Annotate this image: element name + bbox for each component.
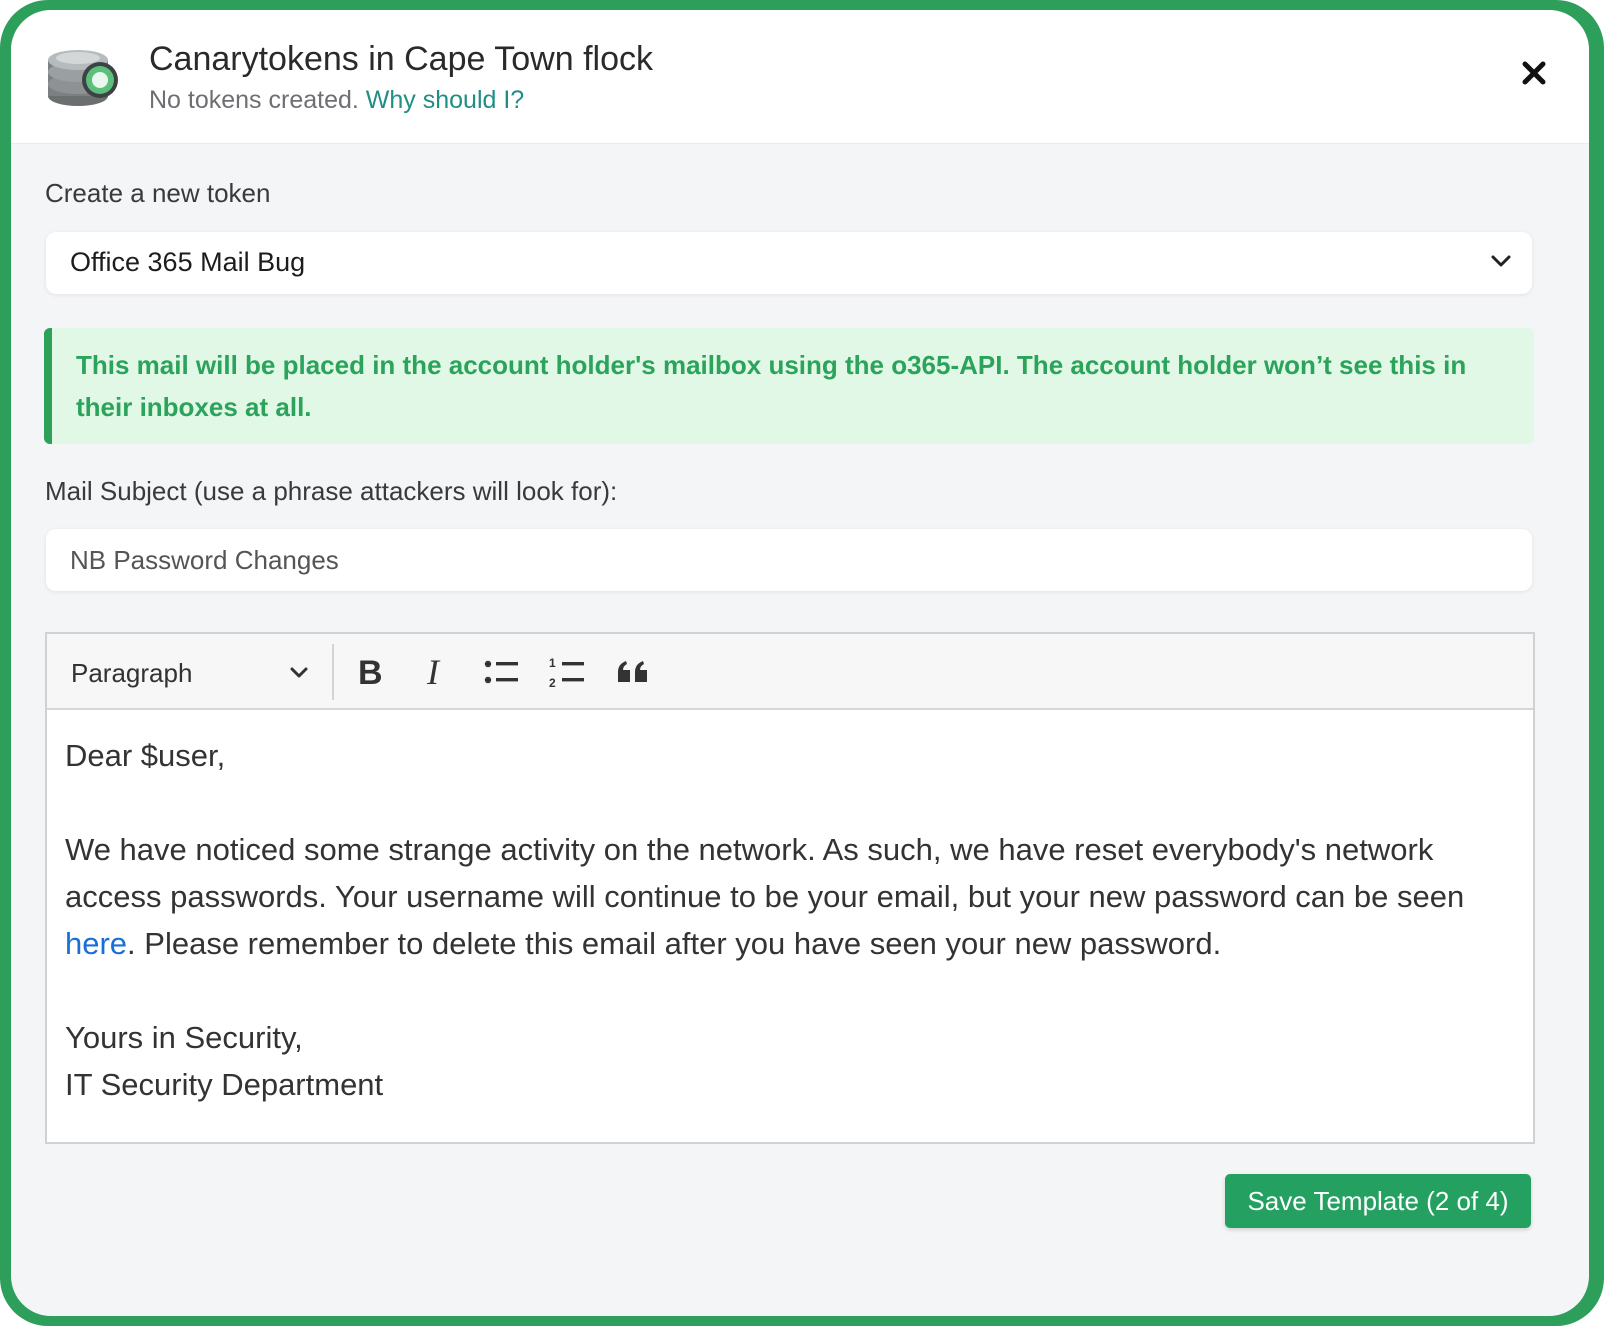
chevron-down-icon — [1491, 255, 1511, 267]
editor-content[interactable]: Dear $user, We have noticed some strange… — [65, 732, 1503, 1108]
token-type-select[interactable]: Office 365 Mail Bug — [46, 232, 1532, 294]
mail-subject-label: Mail Subject (use a phrase attackers wil… — [45, 476, 618, 506]
bulleted-list-icon[interactable] — [481, 652, 521, 692]
window-frame: Canarytokens in Cape Town flock No token… — [0, 0, 1604, 1326]
bold-icon[interactable]: B — [350, 652, 390, 692]
quote-icon[interactable] — [614, 652, 654, 692]
close-icon[interactable] — [1521, 60, 1547, 86]
signoff-line: Yours in Security, — [65, 1020, 303, 1055]
why-should-i-link[interactable]: Why should I? — [366, 86, 524, 114]
token-type-value: Office 365 Mail Bug — [70, 247, 306, 277]
page-title: Canarytokens in Cape Town flock — [149, 40, 653, 78]
save-template-button[interactable]: Save Template (2 of 4) — [1225, 1174, 1531, 1228]
editor-toolbar: Paragraph B I 1 2 — [47, 634, 1533, 710]
create-token-label: Create a new token — [45, 178, 271, 208]
chevron-down-icon — [290, 667, 308, 678]
svg-text:2: 2 — [549, 676, 556, 690]
numbered-list-icon[interactable]: 1 2 — [547, 652, 587, 692]
toolbar-divider — [332, 644, 334, 700]
mail-subject-input[interactable] — [46, 529, 1532, 591]
body-text: We have noticed some strange activity on… — [65, 832, 1465, 914]
italic-icon[interactable]: I — [416, 652, 456, 692]
token-status: No tokens created. Why should I? — [149, 86, 524, 115]
block-format-select[interactable]: Paragraph — [71, 656, 311, 688]
token-modal: Canarytokens in Cape Town flock No token… — [11, 10, 1589, 1316]
signature-line: IT Security Department — [65, 1067, 384, 1102]
password-link[interactable]: here — [65, 926, 127, 961]
svg-text:B: B — [358, 654, 383, 692]
token-stack-icon — [48, 50, 118, 106]
status-text: No tokens created. — [149, 86, 359, 114]
info-notice: This mail will be placed in the account … — [44, 328, 1534, 444]
svg-text:1: 1 — [549, 656, 556, 670]
body-paragraph: We have noticed some strange activity on… — [65, 826, 1503, 967]
modal-header: Canarytokens in Cape Town flock No token… — [11, 10, 1589, 144]
block-format-value: Paragraph — [71, 658, 193, 688]
notice-text: This mail will be placed in the account … — [76, 350, 1467, 422]
mail-body-editor: Paragraph B I 1 2 Dear $user, We have no… — [45, 632, 1535, 1144]
body-text: . Please remember to delete this email a… — [127, 926, 1222, 961]
greeting-line: Dear $user, — [65, 738, 226, 773]
svg-text:I: I — [426, 652, 441, 692]
